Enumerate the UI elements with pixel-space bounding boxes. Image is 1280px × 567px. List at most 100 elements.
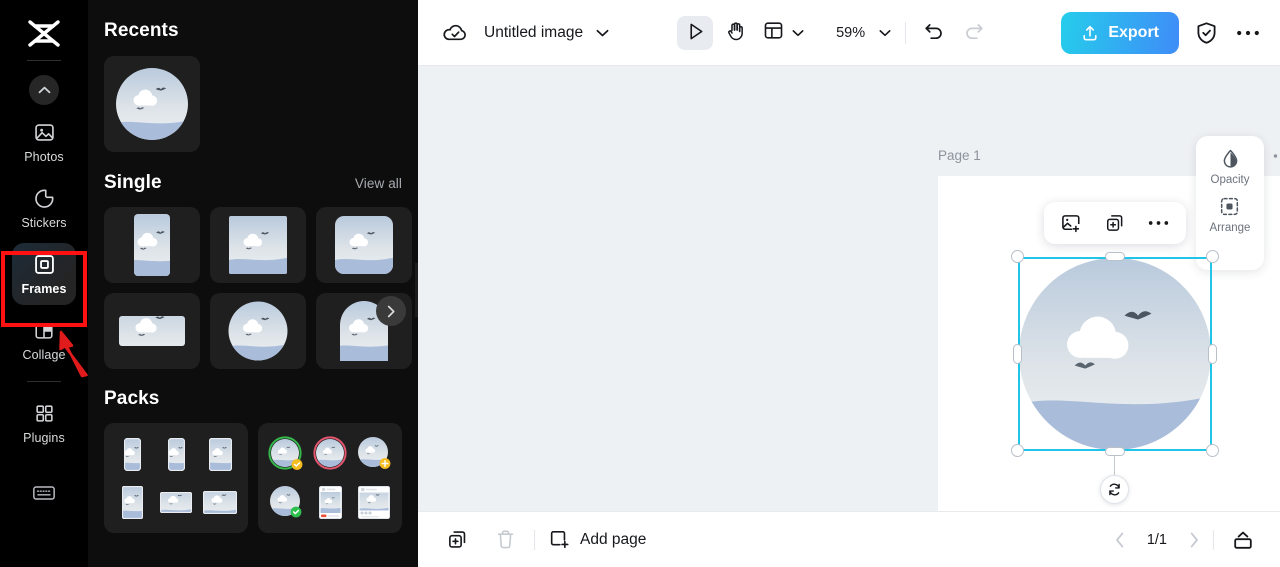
duplicate-button[interactable] [1098,208,1132,238]
single-next-button[interactable] [376,296,406,326]
element-properties-panel: Opacity Arrange [1196,136,1264,270]
chevron-down-icon [792,29,804,37]
single-grid [104,207,412,369]
prev-page-button[interactable] [1115,532,1125,548]
zoom-value: 59% [836,24,866,41]
rail-item-stickers[interactable]: Stickers [12,177,76,239]
delete-page-button[interactable] [490,525,520,555]
hand-icon [726,21,745,44]
rail-item-plugins[interactable]: Plugins [12,392,76,454]
undo-redo-group [920,19,988,47]
select-tool-button[interactable] [677,15,714,50]
rail-item-photos[interactable]: Photos [12,111,76,173]
opacity-button[interactable]: Opacity [1211,148,1250,186]
canvas-area[interactable]: Page 1 Opacity Arrange [418,66,1280,511]
pack-card-device-mockups[interactable] [104,423,248,533]
resize-handle-top-left[interactable] [1011,250,1024,263]
frame-thumb-circle[interactable] [210,293,306,369]
resize-handle-right[interactable] [1208,344,1217,364]
rail-item-frames[interactable]: Frames [12,243,76,305]
panel-collapse-handle[interactable] [415,263,418,317]
view-all-link[interactable]: View all [355,176,402,191]
page-label: Page 1 [938,148,981,163]
pack-preview-item [167,437,185,471]
layout-icon [763,20,784,46]
resize-handle-left[interactable] [1013,344,1022,364]
pack-preview-item [121,485,143,519]
opacity-droplet-icon [1220,148,1241,169]
frame-thumb-recent-circle[interactable] [104,56,200,152]
keyboard-icon[interactable] [31,480,57,506]
arrange-button[interactable]: Arrange [1209,196,1251,234]
bottom-right-group: 1/1 [1115,525,1260,555]
resize-handle-bottom-left[interactable] [1011,444,1024,457]
rail-item-label: Frames [21,281,67,296]
rotate-handle-button[interactable] [1100,475,1129,504]
frame-thumb-portrait[interactable] [104,207,200,283]
resize-handle-top-right[interactable] [1206,250,1219,263]
rail-item-collage[interactable]: Collage [12,309,76,371]
resize-handle-top[interactable] [1105,252,1125,261]
pack-preview-item [160,491,192,513]
icon-rail: Photos Stickers Frames Collage Plugins [0,0,88,567]
rail-divider-bottom [27,381,61,382]
pages-panel-icon [1231,529,1255,551]
export-button[interactable]: Export [1061,11,1179,54]
zoom-control[interactable]: 59% [836,25,891,41]
pack-preview-item [203,490,237,514]
rail-collapse-button[interactable] [29,75,59,105]
add-page-label: Add page [580,530,647,548]
rotate-stem [1114,453,1115,475]
rotate-icon [1107,482,1122,497]
single-header: Single View all [104,172,402,194]
copy-plus-icon [447,529,468,550]
layout-button[interactable] [763,20,804,46]
pack-preview-item [208,437,232,471]
frame-thumb-landscape[interactable] [104,293,200,369]
frames-panel: Recents Single View all Packs [88,0,418,567]
rail-item-label: Photos [24,149,64,164]
replace-image-button[interactable] [1055,208,1089,238]
undo-icon [924,22,944,43]
pack-preview-item [358,485,390,519]
recents-header: Recents [104,20,402,42]
cursor-arrow-icon [686,22,705,44]
rail-item-label: Plugins [23,430,65,445]
next-page-button[interactable] [1189,532,1199,548]
add-page-button[interactable]: Add page [549,529,646,550]
pack-preview-item [318,485,342,519]
copy-plus-icon [1105,213,1125,233]
more-horizontal-icon[interactable] [1236,29,1260,37]
pages-panel-button[interactable] [1228,525,1258,555]
photos-icon [32,121,56,145]
redo-button[interactable] [960,19,988,47]
resize-handle-bottom-right[interactable] [1206,444,1219,457]
shield-check-icon[interactable] [1195,21,1218,45]
top-toolbar: Untitled image 59% Export [418,0,1280,66]
more-options-button[interactable] [1141,208,1175,238]
chevron-down-icon[interactable] [596,29,609,37]
frames-icon [32,253,56,277]
duplicate-page-button[interactable] [442,525,472,555]
frame-thumb-rounded-square[interactable] [316,207,412,283]
rail-item-label: Collage [22,347,66,362]
undo-button[interactable] [920,19,948,47]
arrange-label: Arrange [1209,222,1251,234]
frame-thumb-square[interactable] [210,207,306,283]
pack-preview-item [269,485,303,519]
cloud-saved-icon[interactable] [440,18,470,48]
resize-handle-bottom[interactable] [1105,447,1125,456]
page-navigation: 1/1 [1115,532,1199,548]
pack-card-social-frames[interactable] [258,423,402,533]
document-title[interactable]: Untitled image [484,24,583,42]
more-horizontal-icon[interactable] [1273,153,1280,159]
hand-tool-button[interactable] [717,16,753,50]
pack-preview-item [356,436,392,472]
app-root: Photos Stickers Frames Collage Plugins R… [0,0,1280,567]
selection-bounding-box [1018,257,1212,451]
collage-icon [32,319,56,343]
pack-preview-item [312,436,348,472]
more-horizontal-icon [1148,220,1169,226]
redo-icon [964,22,984,43]
stickers-icon [32,187,56,211]
